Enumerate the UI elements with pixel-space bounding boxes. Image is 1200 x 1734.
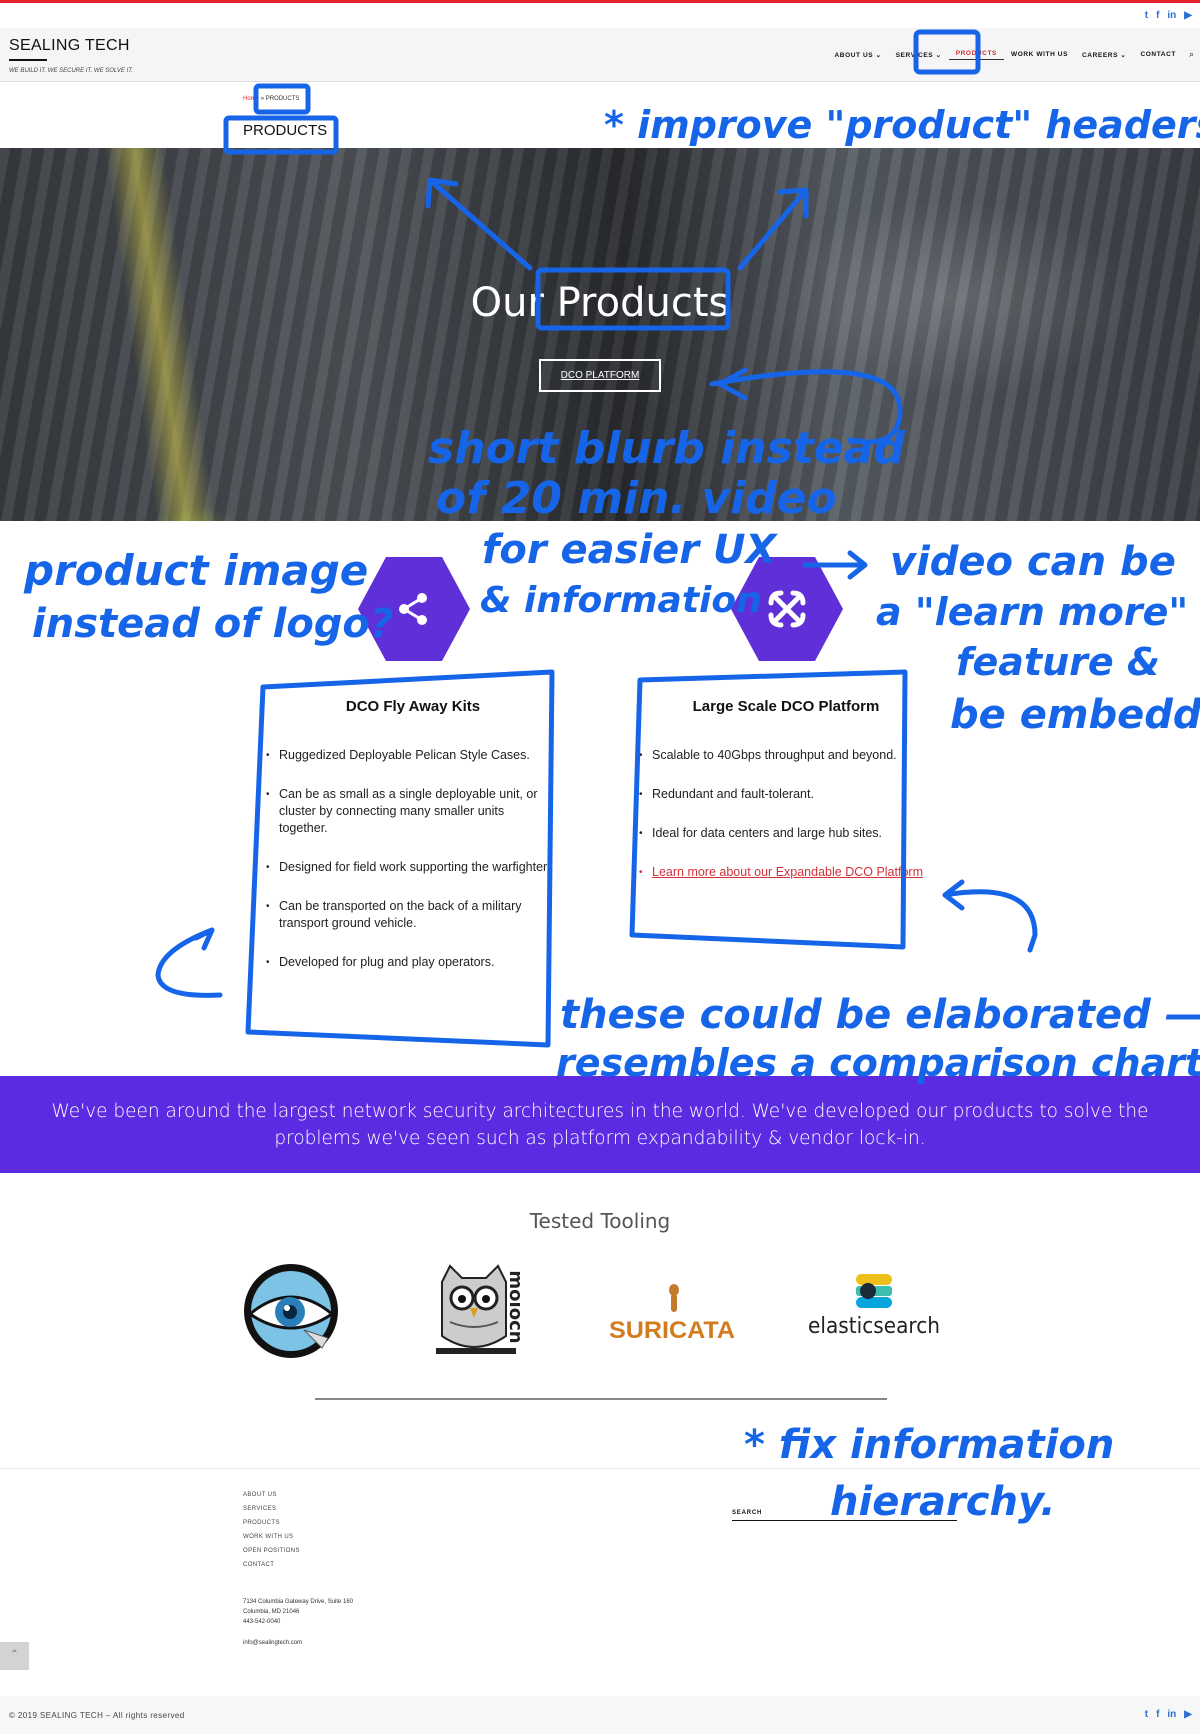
facebook-icon[interactable]: f <box>1156 10 1159 21</box>
mission-banner: We've been around the largest network se… <box>0 1076 1200 1173</box>
tested-tooling-heading: Tested Tooling <box>529 1209 671 1233</box>
nav-item-services[interactable]: SERVICES ⌄ <box>889 51 949 59</box>
hero-banner <box>0 148 1200 521</box>
footer-link-about-us[interactable]: ABOUT US <box>243 1492 300 1498</box>
nav-item-work-with-us[interactable]: WORK WITH US <box>1004 51 1075 58</box>
youtube-icon[interactable]: ▶ <box>1184 10 1192 21</box>
product-icon-badge <box>358 557 470 661</box>
annotation-video-3: feature & <box>956 640 1160 684</box>
top-accent-bar <box>0 0 1200 3</box>
dco-platform-button[interactable]: DCO PLATFORM <box>539 359 661 392</box>
feature-item: Redundant and fault-tolerant. <box>638 786 938 803</box>
annotation-blurb-4: & information <box>480 580 762 621</box>
footer-search-input[interactable] <box>732 1520 957 1521</box>
annotation-video-2: a "learn more" <box>876 590 1188 634</box>
nav-item-about-us[interactable]: ABOUT US ⌄ <box>827 51 888 59</box>
search-icon[interactable]: ⌕ <box>1183 49 1194 60</box>
feature-item: Designed for field work supporting the w… <box>265 859 555 876</box>
suricata-logo: SURICATA <box>609 1284 735 1344</box>
footer-link-work-with-us[interactable]: WORK WITH US <box>243 1534 300 1540</box>
footer-link-open-positions[interactable]: OPEN POSITIONS <box>243 1548 300 1554</box>
footer-border <box>0 1468 1200 1469</box>
owl-logo: moloch <box>436 1264 520 1354</box>
feature-item: Scalable to 40Gbps throughput and beyond… <box>638 747 938 764</box>
footer-link-products[interactable]: PRODUCTS <box>243 1520 300 1526</box>
product-icon-badge <box>731 557 843 661</box>
breadcrumb-separator: » <box>260 96 265 102</box>
linkedin-icon[interactable]: in <box>1167 10 1176 21</box>
social-links-bottom: t f in ▶ <box>1145 1709 1192 1720</box>
annotation-blurb-3: for easier UX <box>482 527 778 573</box>
product-features-fly-away-kits: Ruggedized Deployable Pelican Style Case… <box>265 747 555 993</box>
copyright: © 2019 SEALING TECH – All rights reserve… <box>9 1711 185 1720</box>
breadcrumb: Home » PRODUCTS <box>243 96 299 102</box>
feature-item: Ruggedized Deployable Pelican Style Case… <box>265 747 555 764</box>
product-title-fly-away-kits: DCO Fly Away Kits <box>345 698 481 715</box>
contact-email[interactable]: info@sealingtech.com <box>243 1640 302 1646</box>
arrow-right-card <box>942 879 1038 953</box>
twitter-icon[interactable]: t <box>1145 10 1148 21</box>
social-links-top: t f in ▶ <box>1145 10 1192 21</box>
elasticsearch-logo: elasticsearch <box>808 1274 940 1338</box>
nav-item-careers[interactable]: CAREERS ⌄ <box>1075 51 1133 59</box>
footer-link-services[interactable]: SERVICES <box>243 1506 300 1512</box>
brand-tagline: WE BUILD IT. WE SECURE IT. WE SOLVE IT. <box>9 68 134 74</box>
arrow-left-card <box>155 927 223 998</box>
address-line: Columbia, MD 21046 <box>243 1609 300 1615</box>
nav-item-products[interactable]: PRODUCTS <box>948 50 1004 60</box>
twitter-icon[interactable]: t <box>1145 1709 1148 1720</box>
feature-item: Can be as small as a single deployable u… <box>265 786 555 837</box>
youtube-icon[interactable]: ▶ <box>1184 1709 1192 1720</box>
feature-item: Developed for plug and play operators. <box>265 954 555 971</box>
feature-item: Ideal for data centers and large hub sit… <box>638 825 938 842</box>
linkedin-icon[interactable]: in <box>1167 1709 1176 1720</box>
brand-logo[interactable]: SEALING TECH <box>9 37 130 55</box>
nav-item-contact[interactable]: CONTACT <box>1133 51 1183 58</box>
main-nav: ABOUT US ⌄ SERVICES ⌄ PRODUCTS WORK WITH… <box>827 49 1194 60</box>
company-address: 7134 Columbia Gateway Drive, Suite 160 C… <box>243 1597 353 1627</box>
share-icon <box>399 593 427 625</box>
phone-number[interactable]: 443-542-0040 <box>243 1617 353 1627</box>
annotation-image-2: instead of logo? <box>32 601 393 647</box>
footer-search-label: SEARCH <box>732 1510 763 1516</box>
back-to-top-button[interactable]: ⌃ <box>0 1642 29 1670</box>
breadcrumb-current: PRODUCTS <box>265 96 300 102</box>
annotation-video-4: be embedded. <box>950 692 1200 738</box>
product-title-large-scale-dco: Large Scale DCO Platform <box>692 698 880 715</box>
annotation-headers: * improve "product" headers <box>604 103 1200 147</box>
hero-title: Our Products <box>470 280 730 326</box>
annotation-image-1: product image <box>23 546 368 595</box>
annotation-video-1: video can be <box>890 539 1176 585</box>
annotation-compare-1: these could be elaborated — <box>560 992 1200 1038</box>
section-divider <box>315 1398 887 1400</box>
footer-link-contact[interactable]: CONTACT <box>243 1562 300 1568</box>
annotation-hierarchy-1: * fix information <box>744 1422 1114 1468</box>
annotation-hierarchy-2: hierarchy. <box>830 1479 1056 1525</box>
product-features-large-scale-dco: Scalable to 40Gbps throughput and beyond… <box>638 747 938 903</box>
facebook-icon[interactable]: f <box>1156 1709 1159 1720</box>
feature-item: Can be transported on the back of a mili… <box>265 898 555 932</box>
moloch-wordmark: moloch <box>505 1270 520 1343</box>
eye-logo <box>244 1264 338 1358</box>
elasticsearch-wordmark: elasticsearch <box>808 1314 940 1338</box>
breadcrumb-home[interactable]: Home <box>243 96 259 102</box>
footer-nav: ABOUT US SERVICES PRODUCTS WORK WITH US … <box>243 1492 300 1576</box>
address-line: 7134 Columbia Gateway Drive, Suite 160 <box>243 1599 354 1605</box>
suricata-wordmark: SURICATA <box>609 1317 735 1344</box>
page-title: PRODUCTS <box>243 122 328 139</box>
learn-more-dco-link[interactable]: Learn more about our Expandable DCO Plat… <box>638 864 938 881</box>
joomla-icon <box>768 590 806 628</box>
brand-underline <box>9 59 47 61</box>
